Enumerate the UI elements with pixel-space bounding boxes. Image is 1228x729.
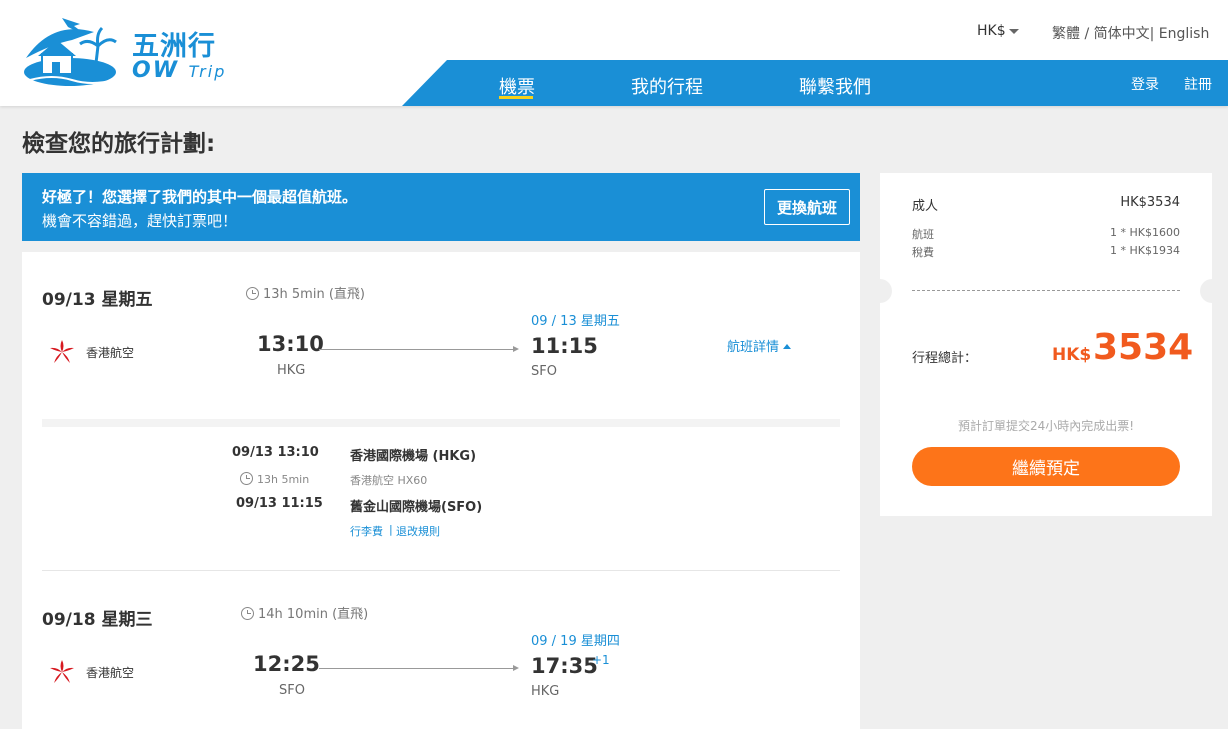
brand-en-trip: Trip [188,62,227,81]
flight-arrow-line [319,349,513,350]
brand-name-en: OW Trip [132,58,226,83]
link-separator: | [389,523,393,536]
lang-simplified[interactable]: 简体中文 [1094,26,1150,42]
nav-contact[interactable]: 聯繫我們 [799,73,871,99]
outbound-duration-text: 13h 5min (直飛) [263,287,365,302]
change-flight-button[interactable]: 更換航班 [764,189,850,225]
flight-details-toggle[interactable]: 航班詳情 [727,336,792,355]
arrow-right-icon [513,346,519,352]
lang-separator: | [1149,26,1155,42]
logo-icon[interactable] [22,10,118,90]
return-airline: 香港航空 [86,666,135,680]
deal-banner: 好極了！您選擇了我們的其中一個最超值航班。 機會不容錯過，趕快訂票吧！ 更換航班 [22,173,860,241]
nav-my-trips[interactable]: 我的行程 [631,73,703,99]
total-label: 行程總計： [912,351,978,366]
change-refund-rules-link[interactable]: 退改規則 [396,523,440,539]
adult-label: 成人 [912,199,939,214]
segment-flight-number: 香港航空 HX60 [350,474,428,487]
hong-kong-airlines-logo-icon [50,660,74,683]
hong-kong-airlines-logo-icon [50,340,74,363]
return-duration: 14h 10min (直飛) [241,603,368,622]
continue-booking-button[interactable]: 繼續預定 [912,447,1180,486]
outbound-depart-time: 13:10 [257,332,324,356]
segment-depart-datetime: 09/13 13:10 [232,445,319,460]
dashed-divider [912,290,1180,291]
ticketing-note: 預計訂單提交24小時內完成出票! [957,419,1135,433]
return-arrive-airport: HKG [531,684,560,699]
login-link[interactable]: 登录 [1131,74,1159,94]
tax-value: 1 * HK$1934 [1110,244,1180,257]
arrow-right-icon [513,665,519,671]
clock-icon [240,472,253,485]
outbound-depart-airport: HKG [277,363,306,378]
return-duration-text: 14h 10min (直飛) [258,607,369,622]
segment-depart-airport: 香港國際機場 (HKG) [350,449,477,464]
banner-subline: 機會不容錯過，趕快訂票吧！ [42,212,238,230]
chevron-up-icon [783,344,792,349]
clock-icon [246,287,259,300]
flight-fare-label: 航班 [912,228,934,241]
flight-arrow-line [319,668,513,669]
return-arrive-time: 17:35 [531,654,598,678]
brand-en-ow: OW [132,58,179,83]
language-switcher: 繁體 / 简体中文| English [1052,23,1209,43]
segment-arrive-airport: 舊金山國際機場(SFO) [350,500,483,515]
chevron-down-icon [1008,28,1019,34]
return-date: 09/18 星期三 [42,610,153,630]
segment-duration: 13h 5min [240,472,309,486]
flight-details-label: 航班詳情 [727,340,780,355]
total-amount: 3534 [1093,327,1194,368]
return-arrive-date: 09 / 19 星期四 [531,634,620,649]
lang-separator: / [1084,26,1090,42]
currency-selector[interactable]: HK$ [977,23,1019,39]
segment-arrive-datetime: 09/13 11:15 [236,496,323,511]
outbound-arrive-date: 09 / 13 星期五 [531,314,620,329]
ticket-notch [878,279,892,303]
return-depart-airport: SFO [279,683,305,698]
next-day-badge: +1 [592,653,610,667]
nav-active-indicator [499,96,533,99]
register-link[interactable]: 註冊 [1184,74,1212,94]
price-summary-panel: 成人 HK$3534 航班 1 * HK$1600 稅費 1 * HK$1934… [878,173,1214,516]
banner-headline: 好極了！您選擇了我們的其中一個最超值航班。 [42,188,358,206]
lang-traditional[interactable]: 繁體 [1052,26,1080,42]
return-depart-time: 12:25 [253,652,320,676]
flight-card: 09/13 星期五 13h 5min (直飛) 香港航空 13:10 HKG 0… [22,252,860,729]
lang-english[interactable]: English [1159,26,1210,42]
outbound-duration: 13h 5min (直飛) [246,283,365,302]
total-currency: HK$ [1052,345,1092,365]
outbound-arrive-airport: SFO [531,364,557,379]
section-divider [42,570,840,571]
tax-label: 稅費 [912,246,934,259]
outbound-date: 09/13 星期五 [42,290,153,310]
outbound-airline: 香港航空 [86,346,135,360]
baggage-fee-link[interactable]: 行李費 [350,523,383,539]
page-title: 檢查您的旅行計劃: [22,131,216,157]
outbound-arrive-time: 11:15 [531,334,598,358]
adult-price: HK$3534 [1120,195,1180,210]
flight-fare-value: 1 * HK$1600 [1110,226,1180,239]
currency-label: HK$ [977,23,1006,39]
section-divider [42,419,840,427]
clock-icon [241,607,254,620]
ticket-notch [1200,279,1214,303]
segment-duration-text: 13h 5min [257,473,310,486]
